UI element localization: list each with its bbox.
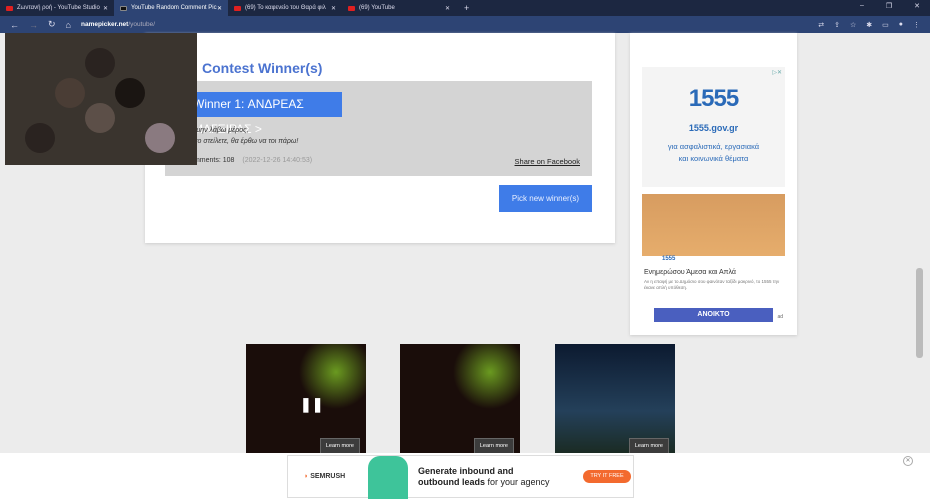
new-tab-button[interactable]: + <box>464 3 469 13</box>
webcam-overlay <box>5 33 197 165</box>
adchoices-icon[interactable]: ▷✕ <box>772 69 782 76</box>
tab-label: (69) YouTube <box>359 5 395 11</box>
ad-desc-line: και κοινωνικά θέματα <box>678 154 749 163</box>
semrush-ad[interactable]: ◗ SEMRUSH Generate inbound and outbound l… <box>287 455 634 499</box>
tab-label: YouTube Random Comment Pic <box>131 5 217 11</box>
share-icon[interactable]: ⇪ <box>834 21 840 29</box>
address-bar: ← → ↻ ⌂ namepicker.net/youtube/ ⇄ ⇪ ☆ ✱ ▭ ● ⋮ <box>0 16 930 33</box>
comment-date: (2022-12-26 14:40:53) <box>242 157 313 164</box>
close-banner-icon[interactable]: ✕ <box>903 456 913 466</box>
tab-youtube-studio[interactable]: Ζωντανή ροή - YouTube Studio ✕ <box>0 0 114 16</box>
page-title: Contest Winner(s) <box>202 60 323 76</box>
forward-icon[interactable]: → <box>29 20 38 30</box>
ad-body: Αν η επαφή με το Δημόσιο σου φαινόταν τα… <box>644 279 780 290</box>
ad-desc-line: για ασφαλιστικά, εργασιακά <box>667 142 760 151</box>
video-ad[interactable]: Learn more <box>400 344 520 456</box>
brand: SEMRUSH <box>310 473 346 480</box>
close-window-icon[interactable]: ✕ <box>914 2 920 10</box>
close-tab-icon[interactable]: ✕ <box>331 5 336 12</box>
tab-bar: Ζωντανή ροή - YouTube Studio ✕ YouTube Ra… <box>0 0 930 16</box>
tab-youtube[interactable]: (69) YouTube ✕ <box>342 0 456 16</box>
ad-open-button[interactable]: ΑΝΟΙΚΤΟ <box>654 308 773 322</box>
comment-meta: Comments: 108 (2022-12-26 14:40:53) <box>185 157 312 164</box>
menu-icon[interactable]: ⋮ <box>913 21 920 29</box>
youtube-icon <box>234 5 241 11</box>
bookmark-star-icon[interactable]: ☆ <box>850 21 856 29</box>
sidepanel-icon[interactable]: ▭ <box>882 21 889 29</box>
url-host: namepicker.net <box>80 21 129 28</box>
ad-logos: 1555 <box>662 256 676 262</box>
ad-illustration <box>368 456 408 499</box>
close-tab-icon[interactable]: ✕ <box>103 5 108 12</box>
winner-comment: Θα μην λάβω μέρος, Αν το στείλετε, θα έρθ… <box>185 125 298 147</box>
comment-line: Θα μην λάβω μέρος, <box>185 127 249 134</box>
ad-description: για ασφαλιστικά, εργασιακά και κοινωνικά … <box>642 141 785 165</box>
translate-icon[interactable]: ⇄ <box>818 21 824 29</box>
winner-card: Contest Winner(s) Winner 1: ΑΝΔΡΕΑΣ ΜΑΓΕ… <box>145 33 615 243</box>
learn-more-button[interactable]: Learn more <box>319 438 360 454</box>
restore-icon[interactable]: ❐ <box>886 2 892 10</box>
profile-avatar[interactable]: ● <box>899 21 903 29</box>
try-it-free-button[interactable]: TRY IT FREE <box>583 470 631 483</box>
namepicker-icon <box>120 5 127 11</box>
minimize-icon[interactable]: – <box>860 2 864 10</box>
ad-image <box>642 194 785 256</box>
ad-1555[interactable]: ▷✕ 1555 1555.gov.gr για ασφαλιστικά, εργ… <box>642 67 785 187</box>
youtube-icon <box>348 5 355 11</box>
reload-icon[interactable]: ↻ <box>48 19 56 30</box>
learn-more-button[interactable]: Learn more <box>628 438 669 454</box>
bottom-banner-ad: ◗ SEMRUSH Generate inbound and outbound l… <box>0 453 930 501</box>
tab-label: (69) Το καφενείο του Θαρά φιλ <box>245 5 326 11</box>
tab-kafeneio[interactable]: (69) Το καφενείο του Θαρά φιλ ✕ <box>228 0 342 16</box>
scrollbar-thumb[interactable] <box>916 268 923 358</box>
url-path: /youtube/ <box>128 21 156 28</box>
comment-line: Αν το στείλετε, θα έρθω να τοι πάρω! <box>185 138 299 145</box>
semrush-logo: ◗ SEMRUSH <box>304 473 346 480</box>
pick-new-winner-button[interactable]: Pick new winner(s) <box>499 185 592 212</box>
ad-heading: Ενημερώσου Άμεσα και Απλά <box>644 269 736 276</box>
ad-site: 1555.gov.gr <box>688 123 739 133</box>
headline-bold: outbound leads <box>418 477 485 487</box>
ad-headline: Generate inbound and outbound leads for y… <box>418 466 550 488</box>
youtube-icon <box>6 5 13 11</box>
extensions-icon[interactable]: ✱ <box>866 21 872 29</box>
video-ad[interactable]: ❚❚ Learn more <box>246 344 366 456</box>
video-ad[interactable]: Learn more <box>555 344 675 456</box>
close-tab-icon[interactable]: ✕ <box>217 5 222 12</box>
tab-label: Ζωντανή ροή - YouTube Studio <box>17 5 100 11</box>
back-icon[interactable]: ← <box>10 20 19 30</box>
tab-namepicker[interactable]: YouTube Random Comment Pic ✕ <box>114 0 228 16</box>
headline-line1: Generate inbound and <box>418 466 514 476</box>
winner-box: Winner 1: ΑΝΔΡΕΑΣ ΜΑΓΕΙΡΑΣ > Θα μην λάβω… <box>165 81 592 176</box>
learn-more-button[interactable]: Learn more <box>473 438 514 454</box>
home-icon[interactable]: ⌂ <box>66 20 71 30</box>
headline-rest: for your agency <box>485 477 550 487</box>
close-tab-icon[interactable]: ✕ <box>445 5 450 12</box>
ad-1555-desert[interactable]: 1555 Ενημερώσου Άμεσα και Απλά Αν η επαφ… <box>642 194 785 322</box>
ad-logo-number: 1555 <box>688 85 739 112</box>
ad-label: ad <box>777 314 783 320</box>
sidebar-ads: ▷✕ 1555 1555.gov.gr για ασφαλιστικά, εργ… <box>630 33 797 335</box>
url-input[interactable]: namepicker.net/youtube/ <box>81 21 155 28</box>
share-facebook-link[interactable]: Share on Facebook <box>515 157 580 166</box>
pause-icon[interactable]: ❚❚ <box>300 396 323 413</box>
